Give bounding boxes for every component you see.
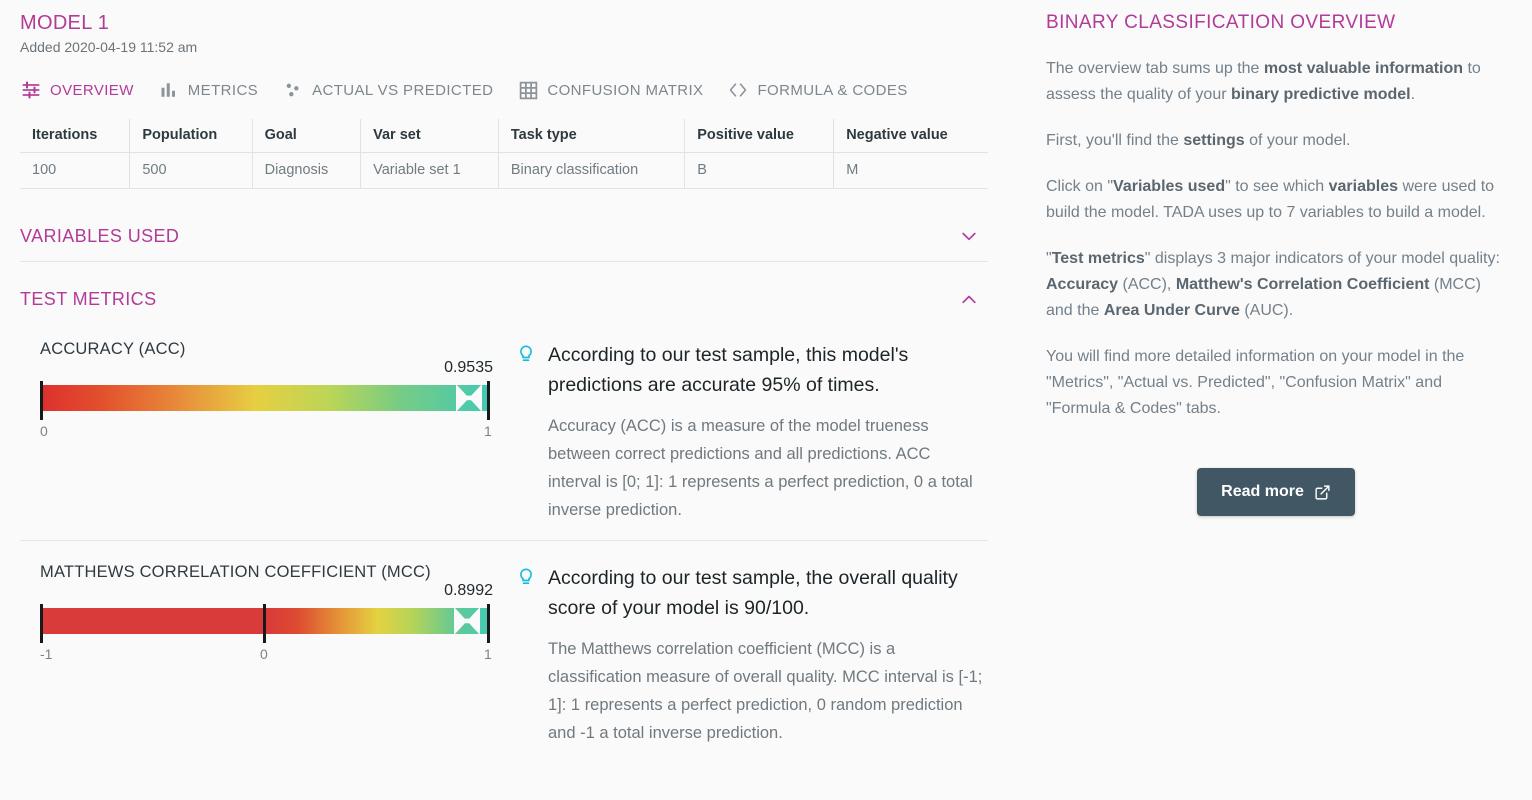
tab-formula-and-codes[interactable]: FORMULA & CODES (717, 77, 921, 103)
main-content: MODEL 1 Added 2020-04-19 11:52 am OVERVI… (0, 0, 1010, 800)
model-added-timestamp: Added 2020-04-19 11:52 am (20, 39, 198, 55)
col-population: Population (129, 119, 253, 153)
mcc-gauge-bar (40, 604, 490, 643)
cell-task-type: Binary classification (498, 152, 686, 189)
col-iterations: Iterations (20, 119, 131, 153)
metric-accuracy-gauge-area: ACCURACY (ACC) 0.9535 0 1 (20, 340, 510, 524)
cell-iterations: 100 (20, 152, 131, 189)
mcc-axis-labels: -1 0 1 (40, 646, 492, 668)
accuracy-tip-row: According to our test sample, this model… (516, 340, 984, 412)
test-metrics-body: ACCURACY (ACC) 0.9535 0 1 According to o… (20, 324, 990, 763)
mcc-value-label: 0.8992 (444, 582, 493, 599)
accordion-test-metrics-label: TEST METRICS (20, 288, 157, 309)
accuracy-tick-min (40, 381, 43, 420)
help-paragraph-4: "Test metrics" displays 3 major indicato… (1046, 250, 1500, 319)
mcc-tip-description: The Matthews correlation coefficient (MC… (548, 640, 983, 742)
help-paragraph-5: You will find more detailed information … (1046, 348, 1465, 417)
chevron-down-icon[interactable] (958, 225, 980, 247)
accuracy-gauge: 0.9535 0 1 (40, 359, 493, 445)
help-paragraph-1: The overview tab sums up the most valuab… (1046, 60, 1481, 103)
accuracy-gauge-bar (40, 381, 490, 420)
tab-overview-label: OVERVIEW (50, 81, 134, 99)
settings-table: Iterations Population Goal Var set Task … (20, 119, 988, 189)
grid-table-icon (517, 79, 539, 101)
scatter-plot-icon (282, 79, 304, 101)
accuracy-tip-description: Accuracy (ACC) is a measure of the model… (548, 417, 973, 519)
accuracy-max-label: 1 (484, 423, 492, 439)
accuracy-value-label: 0.9535 (444, 359, 493, 376)
bar-chart-icon (158, 79, 180, 101)
col-var-set: Var set (360, 119, 499, 153)
cell-positive-value: B (684, 152, 835, 189)
tab-metrics-label: METRICS (187, 81, 259, 99)
col-task-type: Task type (498, 119, 686, 153)
mcc-tick-zero (263, 604, 266, 643)
page-title: MODEL 1 (20, 12, 110, 34)
tab-overview[interactable]: OVERVIEW (20, 77, 148, 103)
help-paragraph-3: Click on "Variables used" to see which v… (1046, 178, 1495, 221)
cell-population: 500 (129, 152, 253, 189)
mcc-tick-min (40, 604, 43, 643)
cell-goal: Diagnosis (252, 152, 362, 189)
table-header-row: Iterations Population Goal Var set Task … (20, 119, 988, 153)
chevron-up-icon[interactable] (958, 288, 980, 310)
accuracy-gauge-gradient (40, 385, 490, 411)
accordion-variables-used-label: VARIABLES USED (20, 225, 180, 246)
mcc-tick-max (487, 604, 490, 643)
tab-confusion-matrix[interactable]: CONFUSION MATRIX (507, 77, 717, 103)
metric-mcc-text: According to our test sample, the overal… (510, 563, 988, 747)
mcc-mid-label: 0 (260, 646, 268, 662)
accuracy-tick-max (487, 381, 490, 420)
accuracy-min-label: 0 (40, 423, 48, 439)
tab-actual-vs-predicted[interactable]: ACTUAL VS PREDICTED (272, 77, 507, 103)
metric-accuracy: ACCURACY (ACC) 0.9535 0 1 According to o… (20, 336, 988, 540)
metric-mcc-gauge-area: MATTHEWS CORRELATION COEFFICIENT (MCC) 0… (20, 563, 510, 747)
metric-accuracy-title: ACCURACY (ACC) (40, 340, 186, 358)
accordion-test-metrics[interactable]: TEST METRICS (20, 278, 988, 324)
tab-formula-and-codes-label: FORMULA & CODES (757, 81, 908, 99)
bowtie-marker (456, 384, 482, 412)
tune-icon (20, 79, 42, 101)
cell-var-set: Variable set 1 (360, 152, 499, 189)
code-brackets-icon (727, 79, 749, 101)
overview-page: MODEL 1 Added 2020-04-19 11:52 am OVERVI… (0, 0, 1532, 800)
mcc-gauge: 0.8992 -1 0 1 (40, 582, 493, 668)
metric-mcc-title: MATTHEWS CORRELATION COEFFICIENT (MCC) (40, 563, 431, 581)
read-more-container: Read more (1046, 468, 1506, 516)
read-more-label: Read more (1221, 483, 1304, 500)
external-link-icon (1314, 484, 1331, 501)
mcc-min-label: -1 (40, 646, 53, 662)
lightbulb-icon (516, 567, 538, 589)
tab-bar: OVERVIEW METRICS ACTUAL VS PREDICTED CON… (20, 77, 990, 103)
lightbulb-icon (516, 344, 538, 366)
tab-confusion-matrix-label: CONFUSION MATRIX (547, 81, 704, 99)
mcc-tip-row: According to our test sample, the overal… (516, 563, 984, 635)
accordion-variables-used[interactable]: VARIABLES USED (20, 215, 988, 262)
cell-negative-value: M (833, 152, 988, 189)
table-row: 100 500 Diagnosis Variable set 1 Binary … (20, 152, 988, 189)
bowtie-marker (454, 607, 480, 635)
metric-mcc: MATTHEWS CORRELATION COEFFICIENT (MCC) 0… (20, 540, 988, 763)
accuracy-tip-headline: According to our test sample, this model… (548, 344, 909, 396)
metric-accuracy-text: According to our test sample, this model… (510, 340, 988, 524)
tab-metrics[interactable]: METRICS (148, 77, 272, 103)
mcc-tip-headline: According to our test sample, the overal… (548, 567, 958, 619)
accuracy-axis-labels: 0 1 (40, 423, 492, 445)
col-positive-value: Positive value (684, 119, 835, 153)
help-paragraph-2: First, you'll find the settings of your … (1046, 132, 1351, 149)
mcc-max-label: 1 (484, 646, 492, 662)
col-goal: Goal (252, 119, 362, 153)
read-more-button[interactable]: Read more (1197, 468, 1355, 516)
col-negative-value: Negative value (833, 119, 988, 153)
help-panel: BINARY CLASSIFICATION OVERVIEW The overv… (1010, 0, 1532, 800)
tab-actual-vs-predicted-label: ACTUAL VS PREDICTED (312, 81, 494, 99)
help-panel-title: BINARY CLASSIFICATION OVERVIEW (1046, 12, 1396, 33)
